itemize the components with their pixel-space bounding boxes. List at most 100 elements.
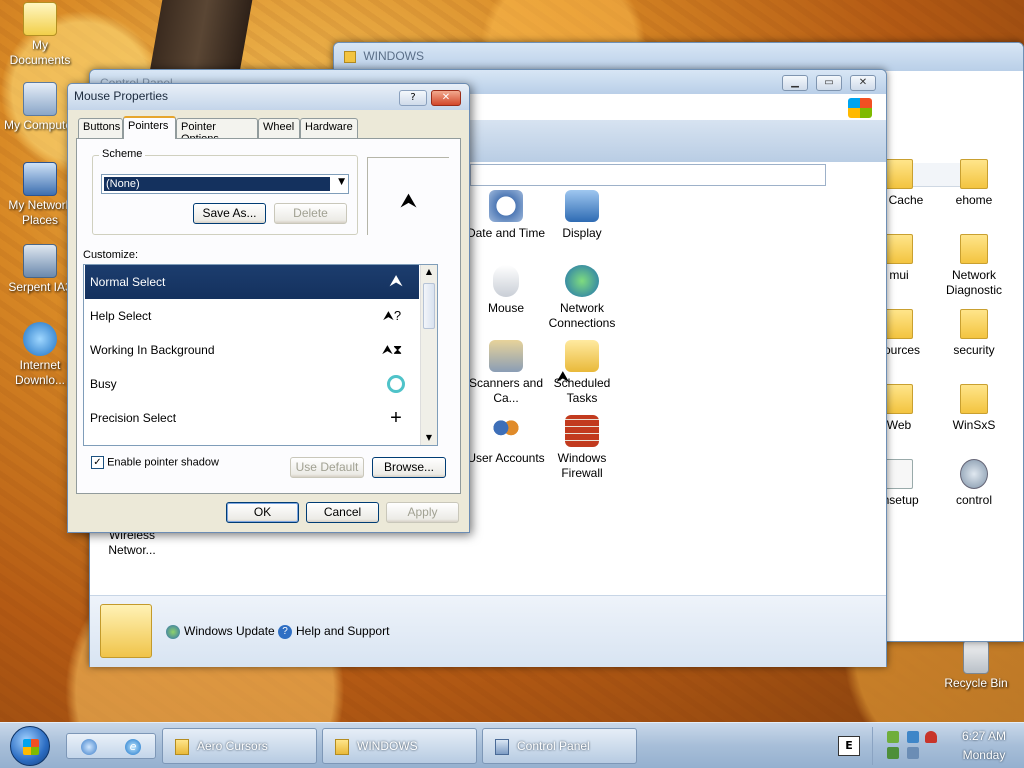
close-button[interactable]: ✕ <box>850 75 876 91</box>
tab-hardware[interactable]: Hardware <box>300 118 358 138</box>
button-label: Cancel <box>323 505 362 519</box>
details-pane: Windows Update ? Help and Support <box>90 595 886 667</box>
tab-wheel[interactable]: Wheel <box>258 118 300 138</box>
tray-recycle-icon[interactable] <box>887 731 899 743</box>
system-tray: 6:27 AM Monday <box>872 727 1022 765</box>
folder-icon <box>960 234 988 264</box>
folder-icon <box>960 309 988 339</box>
scheme-select-value: (None) <box>104 177 330 191</box>
taskbar-button-control-panel[interactable]: Control Panel <box>482 728 637 764</box>
start-button[interactable] <box>10 726 50 766</box>
list-scrollbar[interactable]: ▲ ▼ <box>420 265 437 445</box>
cp-item-label: Date and Time <box>466 226 546 240</box>
button-label: Delete <box>293 206 328 220</box>
enable-shadow-checkbox[interactable]: ✓ Enable pointer shadow <box>91 456 219 469</box>
tab-label: Buttons <box>83 121 121 133</box>
close-button[interactable]: ✕ <box>431 90 461 106</box>
cp-item-scanners[interactable]: Scanners and Ca... <box>466 340 546 406</box>
cp-item-label: Mouse <box>487 301 525 315</box>
pointer-list[interactable]: Normal Select ⮝ Help Select ⮝? Working I… <box>83 264 438 446</box>
desktop-icon-label: My Documents <box>9 38 71 67</box>
pointer-row-busy[interactable]: Busy <box>85 367 419 401</box>
tab-pointers[interactable]: Pointers <box>123 116 176 139</box>
network-places-icon <box>23 162 57 196</box>
internet-explorer-icon[interactable]: e <box>125 739 141 755</box>
scroll-up-arrow[interactable]: ▲ <box>421 265 437 279</box>
checkbox-label: Enable pointer shadow <box>107 456 219 469</box>
pointer-name: Busy <box>90 377 117 391</box>
pointer-row-help-select[interactable]: Help Select ⮝? <box>85 299 419 333</box>
folder-icon <box>885 234 913 264</box>
tray-volume-icon[interactable] <box>887 747 899 759</box>
firewall-icon <box>565 415 599 447</box>
taskbar-button-windows[interactable]: WINDOWS <box>322 728 477 764</box>
ok-button[interactable]: OK <box>226 502 299 523</box>
users-icon <box>489 415 523 447</box>
folder-item[interactable]: ehome <box>929 159 1019 208</box>
windows-update-link[interactable]: Windows Update <box>166 624 275 639</box>
clock[interactable]: 6:27 AM Monday <box>949 727 1019 765</box>
minimize-button[interactable]: ▁ <box>782 75 808 91</box>
taskbar: e Aero Cursors WINDOWS Control Panel E 6… <box>0 722 1024 768</box>
folder-large-icon <box>100 604 152 658</box>
folder-item[interactable]: Network Diagnostic <box>929 234 1019 298</box>
cp-item-network-connections[interactable]: Network Connections <box>542 265 622 331</box>
folder-icon <box>960 384 988 414</box>
apply-button[interactable]: Apply <box>386 502 459 523</box>
help-button[interactable]: ? <box>399 90 427 106</box>
network-globe-icon <box>565 265 599 297</box>
pointer-name: Normal Select <box>90 275 166 289</box>
cp-item-label: Display <box>562 226 602 240</box>
link-label: Windows Update <box>184 624 275 638</box>
maximize-button[interactable]: ▭ <box>816 75 842 91</box>
clock-day: Monday <box>962 748 1006 762</box>
pointer-row-precision-select[interactable]: Precision Select + <box>85 401 419 435</box>
pointer-row-working-background[interactable]: Working In Background ⮝⧗ <box>85 333 419 367</box>
file-item[interactable]: control <box>929 459 1019 508</box>
scroll-down-arrow[interactable]: ▼ <box>421 431 437 445</box>
tab-buttons[interactable]: Buttons <box>78 118 123 138</box>
delete-button[interactable]: Delete <box>274 203 347 224</box>
quick-launch: e <box>66 733 156 759</box>
address-field[interactable] <box>470 164 826 186</box>
folder-item[interactable]: WinSxS <box>929 384 1019 433</box>
folder-icon <box>885 159 913 189</box>
scroll-thumb[interactable] <box>423 283 435 329</box>
tray-monitor-icon[interactable] <box>907 747 919 759</box>
button-label: Browse... <box>383 460 434 474</box>
folder-item[interactable]: security <box>929 309 1019 358</box>
folder-icon <box>885 384 913 414</box>
use-default-button[interactable]: Use Default <box>290 457 364 478</box>
window-title: WINDOWS <box>334 43 1023 71</box>
pointer-name: Precision Select <box>90 411 177 425</box>
cp-item-windows-firewall[interactable]: Windows Firewall <box>542 415 622 481</box>
desktop-icon-recycle-bin[interactable]: Recycle Bin <box>936 640 1016 691</box>
cp-item-scheduled-tasks[interactable]: Scheduled Tasks <box>542 340 622 406</box>
gear-icon <box>960 459 988 489</box>
taskbar-button-label: WINDOWS <box>357 739 418 753</box>
customize-label: Customize: <box>83 249 139 261</box>
cp-item-mouse[interactable]: Mouse <box>466 265 546 316</box>
scheme-select[interactable]: (None) ▼ <box>101 174 349 194</box>
tab-label: Wheel <box>263 121 295 133</box>
cancel-button[interactable]: Cancel <box>306 502 379 523</box>
cp-item-display[interactable]: Display <box>542 190 622 241</box>
desktop-icon-my-documents[interactable]: My Documents <box>0 2 80 68</box>
desktop-icon-label: Recycle Bin <box>944 676 1008 690</box>
cp-item-user-accounts[interactable]: User Accounts <box>466 415 546 466</box>
windows-logo-icon <box>23 739 39 755</box>
scheme-group: Scheme (None) ▼ Save As... Delete <box>92 148 358 235</box>
browse-button[interactable]: Browse... <box>372 457 446 478</box>
tray-network-icon[interactable] <box>907 731 919 743</box>
tray-shield-icon[interactable] <box>925 731 937 743</box>
folder-label: security <box>953 343 995 357</box>
taskbar-button-aero-cursors[interactable]: Aero Cursors <box>162 728 317 764</box>
cp-item-date-time[interactable]: Date and Time <box>466 190 546 241</box>
language-bar-icon[interactable]: E <box>838 736 860 756</box>
mouse-properties-dialog[interactable]: Mouse Properties ? ✕ Buttons Pointers Po… <box>67 83 470 533</box>
show-desktop-icon[interactable] <box>81 739 97 755</box>
tab-pointer-options[interactable]: Pointer Options <box>176 118 258 145</box>
save-as-button[interactable]: Save As... <box>193 203 266 224</box>
pointer-row-normal-select[interactable]: Normal Select ⮝ <box>85 265 419 299</box>
help-support-link[interactable]: ? Help and Support <box>278 624 389 639</box>
